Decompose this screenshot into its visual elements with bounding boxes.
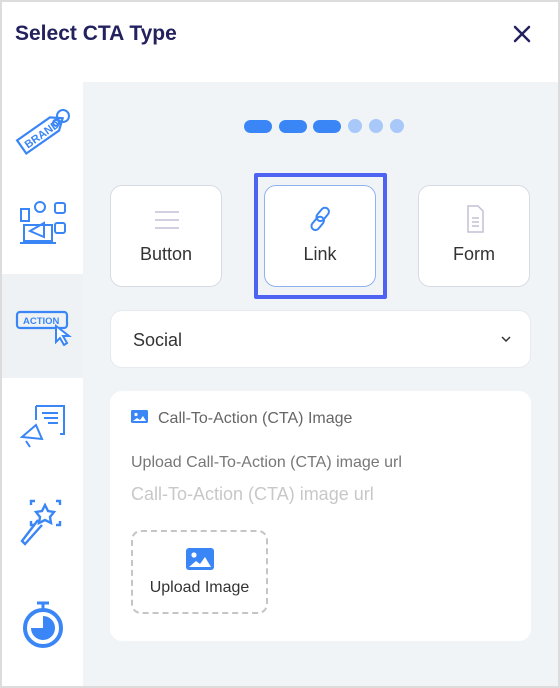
upload-image-label: Upload Image xyxy=(149,579,250,596)
step-dot-pending xyxy=(390,119,404,133)
cta-image-heading: Call-To-Action (CTA) Image xyxy=(158,410,353,427)
type-label: Form xyxy=(453,244,495,264)
sidebar-item-social[interactable] xyxy=(2,174,83,274)
sidebar-item-brand[interactable]: BRAND xyxy=(2,82,83,182)
type-label: Button xyxy=(139,244,193,264)
action-label: ACTION xyxy=(23,316,60,327)
image-icon xyxy=(131,410,148,423)
cta-url-input[interactable] xyxy=(131,481,511,507)
type-label: Link xyxy=(303,244,337,264)
magic-wand-icon xyxy=(19,499,61,546)
cta-image-section: Call-To-Action (CTA) Image Upload Call-T… xyxy=(110,391,531,641)
type-button-card[interactable]: Button xyxy=(110,185,222,287)
announcement-megaphone-icon xyxy=(19,405,65,448)
brand-tag-icon: BRAND xyxy=(15,109,70,155)
document-icon xyxy=(467,205,484,233)
cta-url-label: Upload Call-To-Action (CTA) image url xyxy=(131,454,402,471)
chevron-down-icon xyxy=(501,336,511,343)
dropdown-value: Social xyxy=(133,330,183,350)
type-form-card[interactable]: Form xyxy=(418,185,530,287)
step-dot-completed xyxy=(279,120,307,133)
main-panel: Button Link Form Social Call-To-Action (… xyxy=(83,82,558,686)
link-icon xyxy=(310,206,330,232)
sidebar-item-action[interactable]: ACTION xyxy=(2,274,83,378)
dialog-title: Select CTA Type xyxy=(15,22,177,45)
category-dropdown[interactable]: Social xyxy=(110,310,531,368)
upload-image-button[interactable]: Upload Image xyxy=(131,530,268,614)
close-icon[interactable] xyxy=(508,20,536,48)
stopwatch-icon xyxy=(22,601,63,648)
image-icon xyxy=(186,548,214,570)
lines-icon xyxy=(155,211,179,229)
social-media-megaphone-icon xyxy=(19,201,66,244)
action-cursor-icon: ACTION xyxy=(15,310,72,346)
type-link-card[interactable]: Link xyxy=(264,185,376,287)
sidebar-item-timer[interactable] xyxy=(2,574,83,674)
step-dot-completed xyxy=(313,120,341,133)
cta-type-dialog: Select CTA Type BRAND ACTION Button Link… xyxy=(2,2,558,686)
sidebar-item-magic[interactable] xyxy=(2,474,83,574)
step-dot-pending xyxy=(369,119,383,133)
sidebar: BRAND ACTION xyxy=(2,82,83,686)
sidebar-item-announcement[interactable] xyxy=(2,378,83,478)
step-dot-pending xyxy=(348,119,362,133)
step-dot-completed xyxy=(244,120,272,133)
